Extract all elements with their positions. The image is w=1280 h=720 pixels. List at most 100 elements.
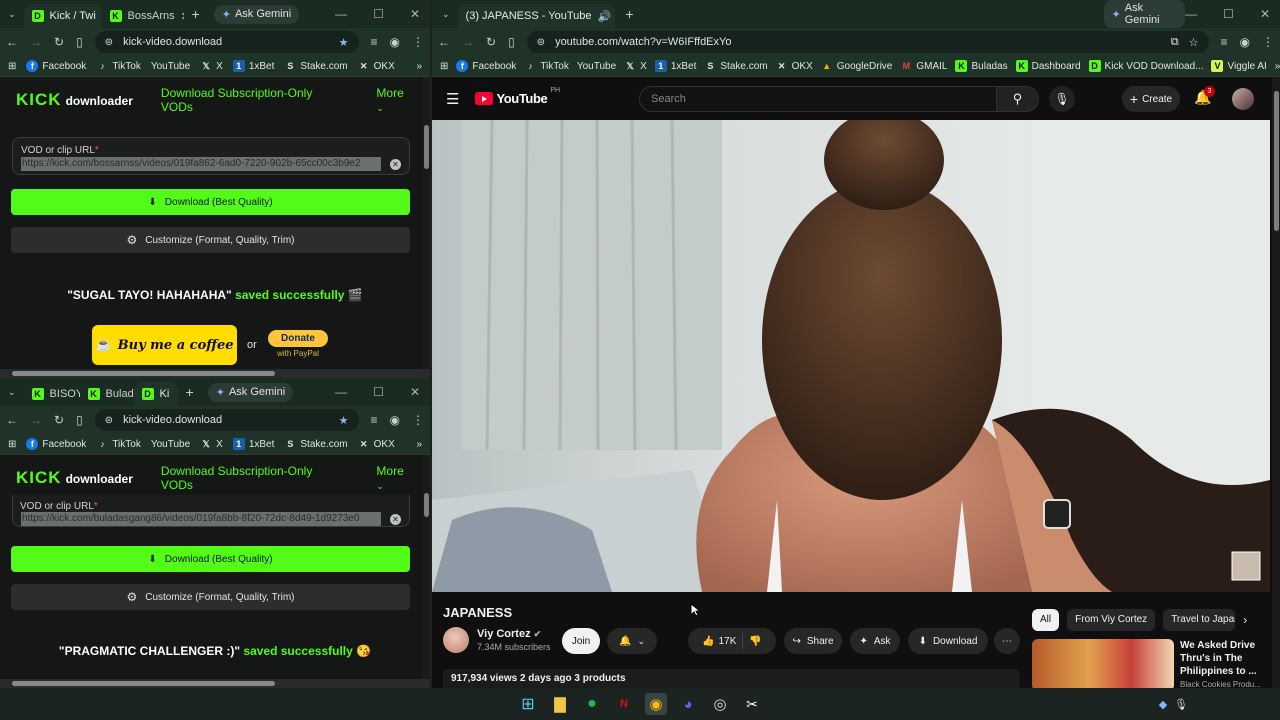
bookmark-buladas[interactable]: K Buladas	[955, 60, 1008, 72]
bookmark-kick-vod[interactable]: D Kick VOD Download...	[1088, 60, 1203, 72]
media-controls-icon[interactable]: ≡	[371, 35, 378, 49]
search-input[interactable]: Search	[639, 86, 997, 112]
clear-input-icon[interactable]: ✕	[390, 159, 401, 170]
site-info-icon[interactable]: ⊜	[537, 37, 545, 48]
menu-dots-icon[interactable]: ⋮	[412, 413, 424, 427]
tab-search-icon[interactable]: ⌄	[8, 9, 16, 20]
new-tab-icon[interactable]: +	[192, 6, 200, 22]
bookmark-x[interactable]: 𝕏X	[200, 60, 223, 72]
bookmark-gmail[interactable]: M GMAIL	[900, 60, 948, 72]
menu-dots-icon[interactable]: ⋮	[412, 35, 424, 49]
apps-grid-icon[interactable]: ⊞	[440, 61, 448, 72]
channel-name-row[interactable]: Viy Cortez ✔	[477, 628, 551, 640]
omnibox-url[interactable]: kick-video.download	[123, 414, 222, 426]
hamburger-menu-icon[interactable]: ☰	[446, 90, 459, 108]
close-window-icon[interactable]: ✕	[410, 385, 420, 399]
ask-gemini-button[interactable]: ✦ Ask Gemini	[213, 4, 300, 24]
more-actions-button[interactable]: ⋯	[994, 628, 1020, 654]
download-best-quality-button[interactable]: ⬇ Download (Best Quality)	[11, 546, 410, 572]
back-icon[interactable]: ←	[6, 35, 18, 49]
bookmark-star-icon[interactable]: ★	[339, 36, 349, 49]
new-tab-icon[interactable]: +	[625, 6, 633, 22]
close-window-icon[interactable]: ✕	[1260, 7, 1270, 21]
menu-dots-icon[interactable]: ⋮	[1262, 35, 1274, 49]
back-icon[interactable]: ←	[438, 35, 450, 49]
bookmark-okx[interactable]: ✕ OKX	[776, 60, 813, 72]
recommended-thumbnail[interactable]	[1032, 639, 1174, 688]
omnibox[interactable]: ⊜ kick-video.download ★	[94, 409, 359, 431]
bookmark-stake[interactable]: S Stake.com	[704, 60, 767, 72]
nav-more-menu[interactable]: More ⌄	[376, 86, 414, 114]
back-icon[interactable]: ←	[6, 413, 18, 427]
vod-url-input[interactable]: https://kick.com/bossarnss/videos/019fa8…	[21, 157, 381, 171]
split-view-icon[interactable]: ▯	[508, 35, 515, 49]
tab-close-icon[interactable]: ✕	[181, 10, 184, 23]
split-view-icon[interactable]: ▯	[76, 413, 83, 427]
subscribed-bell-button[interactable]: 🔔 ⌄	[607, 628, 657, 654]
vod-url-input[interactable]: https://kick.com/buladasgang86/videos/01…	[21, 512, 381, 526]
minimize-icon[interactable]: —	[335, 385, 347, 399]
bookmark-stake[interactable]: S Stake.com	[284, 438, 347, 450]
bookmark-1xbet[interactable]: 1 1xBet	[232, 438, 274, 450]
apps-grid-icon[interactable]: ⊞	[8, 61, 16, 72]
bookmark-googledrive[interactable]: ▲ GoogleDrive	[821, 60, 892, 72]
page-scrollbar[interactable]	[1272, 77, 1280, 688]
forward-icon[interactable]: →	[462, 35, 474, 49]
chip-from-channel[interactable]: From Viy Cortez	[1067, 609, 1156, 631]
ask-gemini-button[interactable]: ✦ Ask Gemini	[207, 382, 294, 402]
vod-url-field[interactable]: VOD or clip URL* https://kick.com/bossar…	[12, 137, 410, 175]
bookmark-tiktok[interactable]: ♪ TikTok	[96, 60, 141, 72]
reload-icon[interactable]: ↻	[54, 413, 64, 427]
youtube-logo[interactable]: YouTube PH	[475, 87, 560, 106]
site-info-icon[interactable]: ⊜	[105, 415, 113, 426]
buy-me-a-coffee-button[interactable]: ☕ Buy me a coffee	[92, 325, 237, 365]
like-button[interactable]: 👍 17K	[702, 636, 736, 647]
tab-youtube-japaness[interactable]: ▶ (3) JAPANESS - YouTube 🔊 ✕	[432, 4, 616, 89]
nav-subscription-link[interactable]: Download Subscription-Only VODs	[161, 86, 345, 114]
forward-icon[interactable]: →	[30, 413, 42, 427]
bookmark-facebook[interactable]: f Facebook	[26, 60, 86, 72]
bookmark-1xbet[interactable]: 1 1xBet	[232, 60, 274, 72]
create-button[interactable]: + Create	[1122, 86, 1180, 112]
nav-more-menu[interactable]: More ⌄	[376, 464, 414, 492]
omnibox-url[interactable]: kick-video.download	[123, 36, 222, 48]
omnibox-url[interactable]: youtube.com/watch?v=W6IFffdExYo	[555, 36, 731, 48]
profile-avatar-icon[interactable]: ◉	[390, 35, 400, 49]
media-controls-icon[interactable]: ≡	[1221, 35, 1228, 49]
vertical-scrollbar[interactable]	[422, 77, 430, 369]
reload-icon[interactable]: ↻	[54, 35, 64, 49]
tab-search-icon[interactable]: ⌄	[8, 387, 16, 398]
windows-start-icon[interactable]: ⊞	[517, 693, 539, 715]
media-controls-icon[interactable]: ≡	[371, 413, 378, 427]
tab-bisoy[interactable]: K BISOY	[24, 382, 80, 406]
video-player[interactable]	[432, 120, 1270, 592]
customize-button[interactable]: ⚙ Customize (Format, Quality, Trim)	[11, 584, 410, 610]
bookmark-okx[interactable]: ✕ OKX	[358, 438, 395, 450]
minimize-icon[interactable]: —	[335, 7, 347, 21]
audio-playing-icon[interactable]: 🔊	[598, 10, 612, 23]
maximize-icon[interactable]: ☐	[373, 7, 384, 21]
discord-icon[interactable]: ◕	[677, 693, 699, 715]
maximize-icon[interactable]: ☐	[373, 385, 384, 399]
chrome-icon[interactable]: ◉	[645, 693, 667, 715]
channel-name[interactable]: Viy Cortez	[477, 628, 531, 640]
bookmark-tiktok[interactable]: ♪ TikTok	[96, 438, 141, 450]
apps-grid-icon[interactable]: ⊞	[8, 439, 16, 450]
bookmarks-overflow-icon[interactable]: »	[416, 61, 422, 72]
netflix-icon[interactable]: N	[613, 693, 635, 715]
ask-gemini-button[interactable]: ✦ Ask Gemini	[1103, 0, 1186, 29]
split-view-icon[interactable]: ▯	[76, 35, 83, 49]
vod-url-field[interactable]: VOD or clip URL* https://kick.com/bulada…	[12, 495, 410, 527]
bookmark-youtube[interactable]: ▶YouTube	[151, 61, 190, 72]
bookmark-x[interactable]: 𝕏X	[624, 60, 647, 72]
install-app-icon[interactable]: ⧉	[1171, 36, 1179, 49]
tab-bulada[interactable]: K Bulada	[80, 382, 134, 406]
obs-icon[interactable]: ◎	[709, 693, 731, 715]
site-logo[interactable]: KICK downloader	[16, 468, 133, 488]
profile-avatar-icon[interactable]: ◉	[1240, 35, 1250, 49]
tab-kick-downloader[interactable]: D Ki	[133, 382, 178, 406]
horizontal-scrollbar[interactable]	[0, 679, 430, 688]
close-window-icon[interactable]: ✕	[410, 7, 420, 21]
chip-all[interactable]: All	[1032, 609, 1060, 631]
bookmark-1xbet[interactable]: 1 1xBet	[654, 60, 696, 72]
